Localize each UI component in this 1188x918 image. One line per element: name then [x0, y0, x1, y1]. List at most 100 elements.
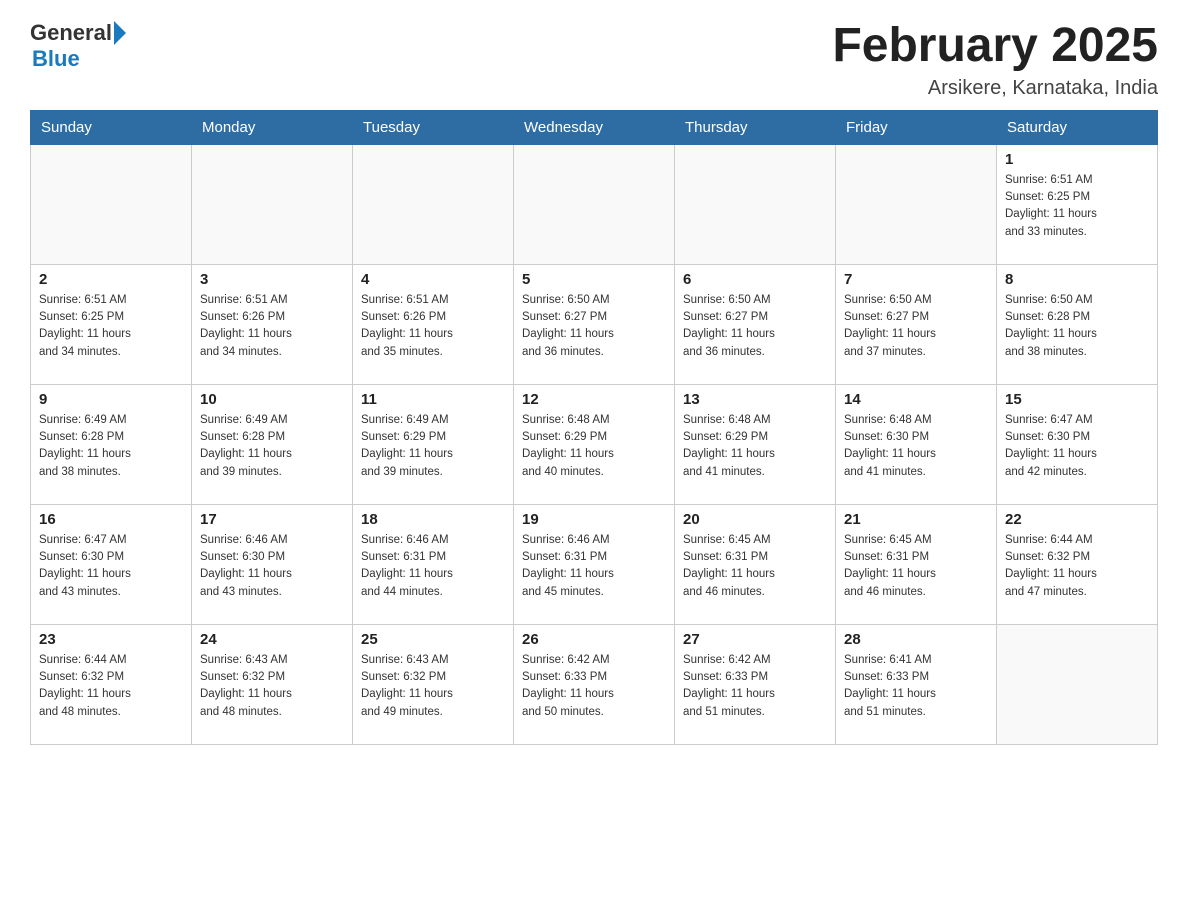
- col-header-tuesday: Tuesday: [353, 110, 514, 144]
- day-info: Sunrise: 6:50 AMSunset: 6:27 PMDaylight:…: [844, 292, 988, 361]
- col-header-friday: Friday: [836, 110, 997, 144]
- calendar-cell: 20 Sunrise: 6:45 AMSunset: 6:31 PMDayligh…: [675, 504, 836, 624]
- day-header-row: SundayMondayTuesdayWednesdayThursdayFrid…: [31, 110, 1158, 144]
- calendar-cell: 11 Sunrise: 6:49 AMSunset: 6:29 PMDayligh…: [353, 384, 514, 504]
- day-info: Sunrise: 6:46 AMSunset: 6:30 PMDaylight:…: [200, 532, 344, 601]
- day-info: Sunrise: 6:49 AMSunset: 6:28 PMDaylight:…: [200, 412, 344, 481]
- day-info: Sunrise: 6:48 AMSunset: 6:29 PMDaylight:…: [683, 412, 827, 481]
- day-info: Sunrise: 6:46 AMSunset: 6:31 PMDaylight:…: [522, 532, 666, 601]
- day-info: Sunrise: 6:45 AMSunset: 6:31 PMDaylight:…: [683, 532, 827, 601]
- day-number: 22: [1005, 511, 1149, 528]
- calendar-cell: 4 Sunrise: 6:51 AMSunset: 6:26 PMDaylight…: [353, 264, 514, 384]
- calendar-title: February 2025: [832, 20, 1158, 73]
- day-number: 15: [1005, 391, 1149, 408]
- week-row-0: 1 Sunrise: 6:51 AMSunset: 6:25 PMDaylight…: [31, 144, 1158, 264]
- calendar-cell: 19Sunrise: 6:46 AMSunset: 6:31 PMDayligh…: [514, 504, 675, 624]
- calendar-cell: 27 Sunrise: 6:42 AMSunset: 6:33 PMDayligh…: [675, 624, 836, 744]
- day-number: 20: [683, 511, 827, 528]
- day-number: 14: [844, 391, 988, 408]
- day-number: 17: [200, 511, 344, 528]
- day-info: Sunrise: 6:47 AMSunset: 6:30 PMDaylight:…: [39, 532, 183, 601]
- col-header-thursday: Thursday: [675, 110, 836, 144]
- calendar-cell: [514, 144, 675, 264]
- calendar-cell: 13 Sunrise: 6:48 AMSunset: 6:29 PMDayligh…: [675, 384, 836, 504]
- day-info: Sunrise: 6:46 AMSunset: 6:31 PMDaylight:…: [361, 532, 505, 601]
- calendar-cell: 21 Sunrise: 6:45 AMSunset: 6:31 PMDayligh…: [836, 504, 997, 624]
- calendar-cell: 14 Sunrise: 6:48 AMSunset: 6:30 PMDayligh…: [836, 384, 997, 504]
- calendar-cell: 5 Sunrise: 6:50 AMSunset: 6:27 PMDaylight…: [514, 264, 675, 384]
- day-number: 23: [39, 631, 183, 648]
- day-number: 25: [361, 631, 505, 648]
- day-info: Sunrise: 6:47 AMSunset: 6:30 PMDaylight:…: [1005, 412, 1149, 481]
- calendar-cell: [675, 144, 836, 264]
- day-number: 4: [361, 271, 505, 288]
- day-number: 21: [844, 511, 988, 528]
- day-info: Sunrise: 6:49 AMSunset: 6:28 PMDaylight:…: [39, 412, 183, 481]
- week-row-2: 9 Sunrise: 6:49 AMSunset: 6:28 PMDaylight…: [31, 384, 1158, 504]
- day-number: 5: [522, 271, 666, 288]
- calendar-cell: [192, 144, 353, 264]
- col-header-saturday: Saturday: [997, 110, 1158, 144]
- day-info: Sunrise: 6:50 AMSunset: 6:27 PMDaylight:…: [522, 292, 666, 361]
- day-info: Sunrise: 6:42 AMSunset: 6:33 PMDaylight:…: [683, 652, 827, 721]
- calendar-table: SundayMondayTuesdayWednesdayThursdayFrid…: [30, 110, 1158, 745]
- calendar-cell: [353, 144, 514, 264]
- day-number: 24: [200, 631, 344, 648]
- col-header-sunday: Sunday: [31, 110, 192, 144]
- col-header-monday: Monday: [192, 110, 353, 144]
- logo-blue: Blue: [32, 46, 126, 72]
- day-number: 28: [844, 631, 988, 648]
- day-number: 8: [1005, 271, 1149, 288]
- calendar-cell: [997, 624, 1158, 744]
- week-row-1: 2Sunrise: 6:51 AMSunset: 6:25 PMDaylight…: [31, 264, 1158, 384]
- calendar-cell: [31, 144, 192, 264]
- day-number: 16: [39, 511, 183, 528]
- day-info: Sunrise: 6:44 AMSunset: 6:32 PMDaylight:…: [1005, 532, 1149, 601]
- day-info: Sunrise: 6:44 AMSunset: 6:32 PMDaylight:…: [39, 652, 183, 721]
- day-number: 13: [683, 391, 827, 408]
- day-info: Sunrise: 6:48 AMSunset: 6:29 PMDaylight:…: [522, 412, 666, 481]
- day-number: 12: [522, 391, 666, 408]
- title-block: February 2025 Arsikere, Karnataka, India: [832, 20, 1158, 100]
- calendar-cell: 28Sunrise: 6:41 AMSunset: 6:33 PMDayligh…: [836, 624, 997, 744]
- calendar-cell: 6Sunrise: 6:50 AMSunset: 6:27 PMDaylight…: [675, 264, 836, 384]
- calendar-subtitle: Arsikere, Karnataka, India: [832, 77, 1158, 100]
- day-info: Sunrise: 6:49 AMSunset: 6:29 PMDaylight:…: [361, 412, 505, 481]
- week-row-4: 23 Sunrise: 6:44 AMSunset: 6:32 PMDayligh…: [31, 624, 1158, 744]
- day-number: 27: [683, 631, 827, 648]
- calendar-cell: 10 Sunrise: 6:49 AMSunset: 6:28 PMDayligh…: [192, 384, 353, 504]
- day-info: Sunrise: 6:51 AMSunset: 6:25 PMDaylight:…: [1005, 172, 1149, 241]
- calendar-cell: 23 Sunrise: 6:44 AMSunset: 6:32 PMDayligh…: [31, 624, 192, 744]
- calendar-cell: 25 Sunrise: 6:43 AMSunset: 6:32 PMDayligh…: [353, 624, 514, 744]
- calendar-cell: 12 Sunrise: 6:48 AMSunset: 6:29 PMDayligh…: [514, 384, 675, 504]
- calendar-cell: 26 Sunrise: 6:42 AMSunset: 6:33 PMDayligh…: [514, 624, 675, 744]
- day-number: 9: [39, 391, 183, 408]
- day-number: 18: [361, 511, 505, 528]
- day-number: 26: [522, 631, 666, 648]
- calendar-cell: 1 Sunrise: 6:51 AMSunset: 6:25 PMDaylight…: [997, 144, 1158, 264]
- day-info: Sunrise: 6:50 AMSunset: 6:28 PMDaylight:…: [1005, 292, 1149, 361]
- calendar-cell: 18 Sunrise: 6:46 AMSunset: 6:31 PMDayligh…: [353, 504, 514, 624]
- calendar-cell: 24 Sunrise: 6:43 AMSunset: 6:32 PMDayligh…: [192, 624, 353, 744]
- day-info: Sunrise: 6:43 AMSunset: 6:32 PMDaylight:…: [361, 652, 505, 721]
- day-info: Sunrise: 6:51 AMSunset: 6:26 PMDaylight:…: [361, 292, 505, 361]
- day-info: Sunrise: 6:42 AMSunset: 6:33 PMDaylight:…: [522, 652, 666, 721]
- logo-line1: General: [30, 20, 126, 46]
- week-row-3: 16 Sunrise: 6:47 AMSunset: 6:30 PMDayligh…: [31, 504, 1158, 624]
- day-number: 3: [200, 271, 344, 288]
- day-info: Sunrise: 6:51 AMSunset: 6:26 PMDaylight:…: [200, 292, 344, 361]
- day-number: 11: [361, 391, 505, 408]
- day-number: 1: [1005, 151, 1149, 168]
- logo: General Blue: [30, 20, 126, 72]
- day-number: 2: [39, 271, 183, 288]
- day-info: Sunrise: 6:45 AMSunset: 6:31 PMDaylight:…: [844, 532, 988, 601]
- calendar-cell: 3 Sunrise: 6:51 AMSunset: 6:26 PMDaylight…: [192, 264, 353, 384]
- day-info: Sunrise: 6:48 AMSunset: 6:30 PMDaylight:…: [844, 412, 988, 481]
- calendar-cell: 7Sunrise: 6:50 AMSunset: 6:27 PMDaylight…: [836, 264, 997, 384]
- calendar-body: 1 Sunrise: 6:51 AMSunset: 6:25 PMDaylight…: [31, 144, 1158, 744]
- calendar-cell: 9 Sunrise: 6:49 AMSunset: 6:28 PMDaylight…: [31, 384, 192, 504]
- col-header-wednesday: Wednesday: [514, 110, 675, 144]
- day-info: Sunrise: 6:43 AMSunset: 6:32 PMDaylight:…: [200, 652, 344, 721]
- day-number: 10: [200, 391, 344, 408]
- day-number: 6: [683, 271, 827, 288]
